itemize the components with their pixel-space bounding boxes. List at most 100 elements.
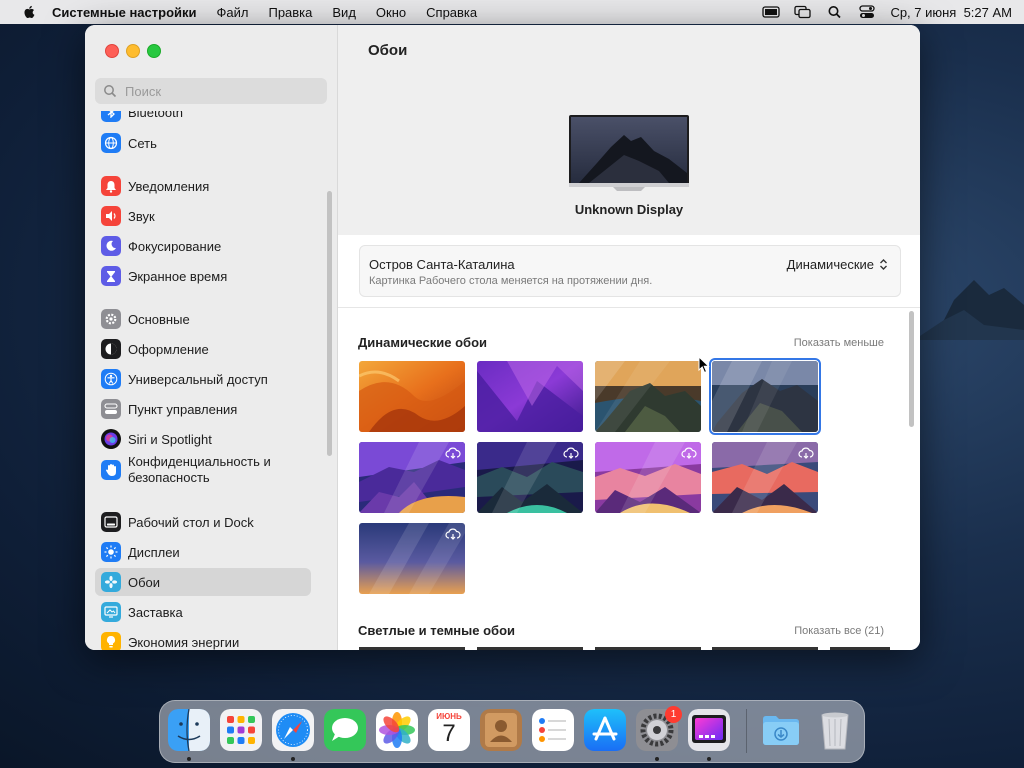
- sidebar-item-desktop-dock[interactable]: Рабочий стол и Dock: [95, 508, 311, 536]
- sidebar-item-bluetooth[interactable]: Bluetooth: [95, 111, 311, 126]
- menu-datetime[interactable]: Ср, 7 июня 5:27 AM: [890, 5, 1012, 20]
- downloads-folder-icon[interactable]: [760, 709, 802, 751]
- cloud-download-icon[interactable]: [563, 447, 579, 459]
- messages-icon[interactable]: [324, 709, 366, 751]
- wallpaper-pane: Обои Unknown Display Остров Санта-Катали…: [338, 25, 920, 650]
- cloud-download-icon[interactable]: [445, 447, 461, 459]
- battery-icon[interactable]: [762, 5, 781, 19]
- menu-bar: Системные настройки Файл Правка Вид Окно…: [0, 0, 1024, 24]
- sidebar-item-screensaver[interactable]: Заставка: [95, 598, 311, 626]
- search-field[interactable]: [95, 78, 327, 104]
- control-center-icon[interactable]: [858, 5, 876, 19]
- sidebar-item-siri-spotlight[interactable]: Siri и Spotlight: [95, 425, 311, 453]
- dock: ИЮНЬ 7 1: [159, 700, 865, 763]
- current-wallpaper-description: Картинка Рабочего стола меняется на прот…: [369, 275, 653, 287]
- purple-app-icon[interactable]: [688, 709, 730, 751]
- menu-view[interactable]: Вид: [332, 5, 356, 20]
- sidebar-item-appearance[interactable]: Оформление: [95, 335, 311, 363]
- sidebar-item-privacy-security[interactable]: Конфиденциальность и безопасность: [95, 452, 311, 488]
- bluetooth-icon: [101, 111, 121, 122]
- wallpaper-mode-value: Динамические: [786, 257, 874, 272]
- sidebar-item-energy-saver[interactable]: Экономия энергии: [95, 628, 311, 650]
- sidebar-item-notifications[interactable]: Уведомления: [95, 172, 311, 200]
- current-wallpaper-name: Остров Санта-Каталина: [369, 257, 515, 272]
- sidebar-item-accessibility[interactable]: Универсальный доступ: [95, 365, 311, 393]
- dock-separator: [746, 709, 747, 753]
- show-all-button[interactable]: Показать все (21): [794, 625, 884, 637]
- desktop-wallpaper-island: [914, 280, 1024, 340]
- notification-badge: 1: [665, 706, 682, 723]
- sidebar-item-general[interactable]: Основные: [95, 305, 311, 333]
- updown-chevron-icon: [880, 259, 887, 270]
- finder-icon[interactable]: [168, 709, 210, 751]
- section-title-dynamic: Динамические обои: [358, 335, 488, 350]
- running-indicator: [187, 757, 191, 761]
- page-title: Обои: [368, 42, 408, 59]
- accessibility-icon: [101, 369, 121, 389]
- globe-icon: [101, 133, 121, 153]
- cloud-download-icon[interactable]: [798, 447, 814, 459]
- sidebar-item-screen-time[interactable]: Экранное время: [95, 262, 311, 290]
- sidebar-item-sound[interactable]: Звук: [95, 202, 311, 230]
- menu-help[interactable]: Справка: [426, 5, 477, 20]
- trash-icon[interactable]: [814, 709, 856, 751]
- minimize-button[interactable]: [126, 44, 140, 58]
- bell-icon: [101, 176, 121, 196]
- menu-app-name[interactable]: Системные настройки: [52, 5, 197, 20]
- dock-icon: [101, 512, 121, 532]
- photos-icon[interactable]: [376, 709, 418, 751]
- hourglass-icon: [101, 266, 121, 286]
- menu-file[interactable]: Файл: [217, 5, 249, 20]
- sidebar-item-displays[interactable]: Дисплеи: [95, 538, 311, 566]
- sidebar-scrollbar[interactable]: [327, 191, 332, 456]
- sidebar-item-control-center[interactable]: Пункт управления: [95, 395, 311, 423]
- bulb-icon: [101, 632, 121, 650]
- wallpaper-thumb-partial[interactable]: [477, 647, 583, 650]
- search-input[interactable]: [123, 82, 317, 100]
- running-indicator: [707, 757, 711, 761]
- wallpaper-thumb-ventura-orange[interactable]: [359, 361, 465, 432]
- sidebar-list: Bluetooth Сеть Уведомления Звук Фокусиро…: [95, 111, 315, 650]
- wallpaper-thumb-ventura-purple[interactable]: [477, 361, 583, 432]
- app-store-icon[interactable]: [584, 709, 626, 751]
- calendar-icon[interactable]: ИЮНЬ 7: [428, 709, 470, 751]
- sidebar-item-network[interactable]: Сеть: [95, 129, 311, 157]
- wallpaper-thumb-partial[interactable]: [712, 647, 818, 650]
- wallpaper-thumb-partial[interactable]: [830, 647, 890, 650]
- control-center-icon: [101, 399, 121, 419]
- close-button[interactable]: [105, 44, 119, 58]
- screensaver-icon: [101, 602, 121, 622]
- contacts-icon[interactable]: [480, 709, 522, 751]
- sidebar-item-wallpaper[interactable]: Обои: [95, 568, 311, 596]
- safari-icon[interactable]: [272, 709, 314, 751]
- zoom-button[interactable]: [147, 44, 161, 58]
- section-divider: [338, 307, 920, 308]
- hand-icon: [101, 460, 121, 480]
- wallpaper-thumb-partial[interactable]: [359, 647, 465, 650]
- settings-window: Bluetooth Сеть Уведомления Звук: [85, 25, 920, 650]
- spotlight-search-icon[interactable]: [826, 5, 844, 19]
- wallpaper-mode-popup[interactable]: Динамические: [787, 257, 888, 272]
- menu-window[interactable]: Окно: [376, 5, 406, 20]
- gear-icon: [101, 309, 121, 329]
- cloud-download-icon[interactable]: [681, 447, 697, 459]
- siri-icon: [101, 429, 121, 449]
- reminders-icon[interactable]: [532, 709, 574, 751]
- cloud-download-icon[interactable]: [445, 528, 461, 540]
- sidebar-item-focus[interactable]: Фокусирование: [95, 232, 311, 260]
- wallpaper-thumb-catalina-day[interactable]: [595, 361, 701, 432]
- main-scrollbar[interactable]: [909, 311, 914, 427]
- calendar-day: 7: [442, 720, 456, 747]
- menu-edit[interactable]: Правка: [268, 5, 312, 20]
- search-icon: [104, 85, 117, 98]
- show-less-button[interactable]: Показать меньше: [794, 337, 884, 349]
- screen-mirroring-icon[interactable]: [794, 5, 812, 19]
- wallpaper-thumb-catalina-selected[interactable]: [709, 358, 821, 435]
- current-wallpaper-card: Остров Санта-Каталина Картинка Рабочего …: [359, 245, 901, 297]
- mouse-pointer-icon: [698, 356, 710, 374]
- launchpad-icon[interactable]: [220, 709, 262, 751]
- appearance-icon: [101, 339, 121, 359]
- wallpaper-thumb-partial[interactable]: [595, 647, 701, 650]
- apple-menu-icon[interactable]: [22, 5, 36, 19]
- display-name: Unknown Display: [574, 202, 684, 217]
